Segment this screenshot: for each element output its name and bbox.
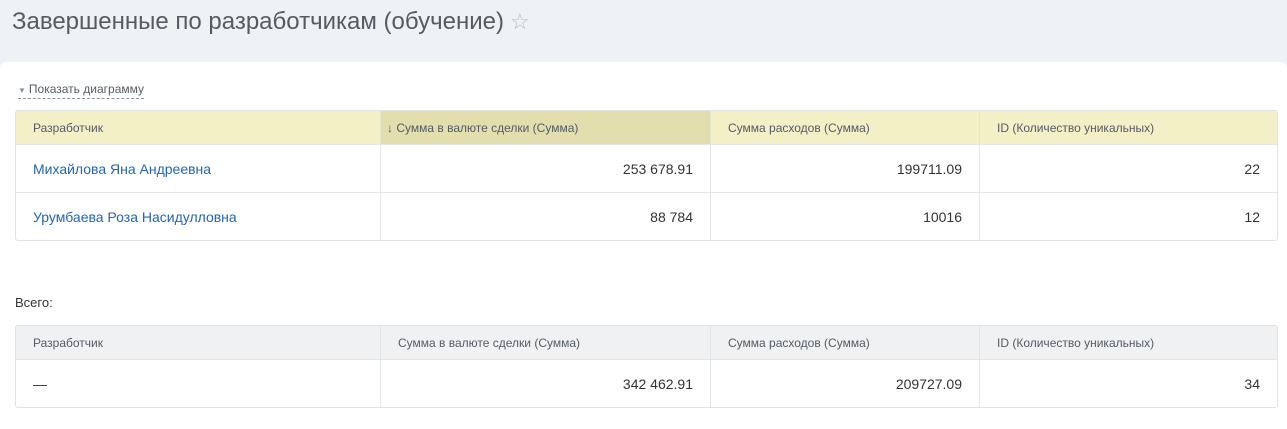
column-header-deal-sum[interactable]: ↓ Сумма в валюте сделки (Сумма) bbox=[381, 111, 711, 144]
developer-cell: Михайлова Яна Андреевна bbox=[16, 144, 381, 192]
total-header-unique-ids: ID (Количество уникальных) bbox=[980, 326, 1277, 359]
unique-ids-cell: 22 bbox=[980, 144, 1277, 192]
unique-ids-cell: 12 bbox=[980, 192, 1277, 240]
deal-sum-cell: 88 784 bbox=[381, 192, 711, 240]
developer-link[interactable]: Урумбаева Роза Насидулловна bbox=[33, 209, 237, 225]
developer-link[interactable]: Михайлова Яна Андреевна bbox=[33, 161, 211, 177]
table-header-row: Разработчик ↓ Сумма в валюте сделки (Сум… bbox=[16, 111, 1277, 144]
page-title-text: Завершенные по разработчикам (обучение) bbox=[12, 8, 504, 35]
column-header-expenses[interactable]: Сумма расходов (Сумма) bbox=[711, 111, 980, 144]
total-table: Разработчик Сумма в валюте сделки (Сумма… bbox=[15, 325, 1278, 408]
deal-sum-cell: 253 678.91 bbox=[381, 144, 711, 192]
expenses-cell: 10016 bbox=[711, 192, 980, 240]
developer-cell: Урумбаева Роза Насидулловна bbox=[16, 192, 381, 240]
show-chart-toggle[interactable]: ▼ Показать диаграмму bbox=[18, 82, 145, 99]
chevron-down-icon: ▼ bbox=[18, 86, 26, 95]
column-header-unique-ids[interactable]: ID (Количество уникальных) bbox=[980, 111, 1277, 144]
page-title: Завершенные по разработчикам (обучение) … bbox=[12, 8, 530, 36]
show-chart-label: Показать диаграмму bbox=[28, 82, 145, 96]
report-table: Разработчик ↓ Сумма в валюте сделки (Сум… bbox=[15, 110, 1278, 241]
star-icon[interactable]: ☆ bbox=[510, 9, 530, 35]
table-row: Урумбаева Роза Насидулловна 88 784 10016… bbox=[16, 192, 1277, 240]
page-header: Завершенные по разработчикам (обучение) … bbox=[0, 0, 1287, 62]
total-row: — 342 462.91 209727.09 34 bbox=[16, 359, 1277, 407]
total-developer-cell: — bbox=[16, 359, 381, 407]
column-header-label: Сумма в валюте сделки (Сумма) bbox=[396, 120, 579, 135]
expenses-cell: 199711.09 bbox=[711, 144, 980, 192]
report-panel: ▼ Показать диаграмму Разработчик ↓ Сумма … bbox=[0, 62, 1287, 429]
total-label: Всего: bbox=[15, 295, 53, 310]
total-header-expenses: Сумма расходов (Сумма) bbox=[711, 326, 980, 359]
total-unique-ids-cell: 34 bbox=[980, 359, 1277, 407]
total-expenses-cell: 209727.09 bbox=[711, 359, 980, 407]
total-deal-sum-cell: 342 462.91 bbox=[381, 359, 711, 407]
table-header-row: Разработчик Сумма в валюте сделки (Сумма… bbox=[16, 326, 1277, 359]
table-row: Михайлова Яна Андреевна 253 678.91 19971… bbox=[16, 144, 1277, 192]
sort-desc-icon: ↓ bbox=[387, 120, 393, 135]
total-header-developer: Разработчик bbox=[16, 326, 381, 359]
total-header-deal-sum: Сумма в валюте сделки (Сумма) bbox=[381, 326, 711, 359]
column-header-developer[interactable]: Разработчик bbox=[16, 111, 381, 144]
